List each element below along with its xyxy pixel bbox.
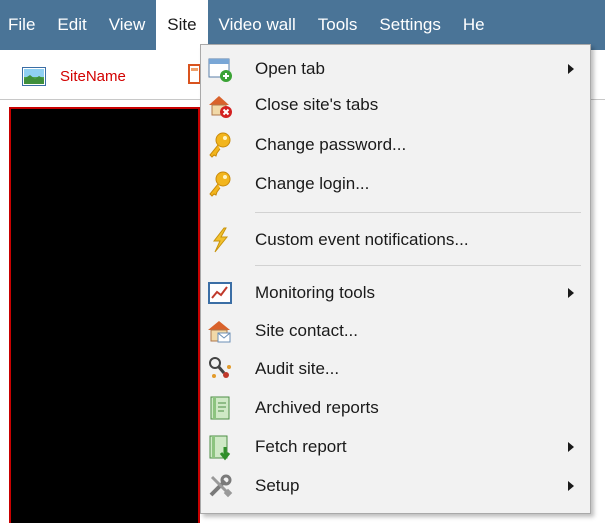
menu-item-label: Close site's tabs	[255, 95, 379, 114]
menu-item-archived-reports[interactable]: Archived reports	[201, 390, 590, 426]
lightning-icon	[212, 227, 229, 253]
menu-item-label: Archived reports	[255, 398, 379, 417]
audit-icon	[209, 357, 231, 378]
menu-item-label: Fetch report	[255, 437, 347, 456]
menu-item-monitoring-tools[interactable]: Monitoring tools	[201, 275, 590, 311]
open-tab-icon	[208, 58, 232, 82]
submenu-arrow-icon	[568, 442, 574, 452]
menu-item-label: Setup	[255, 476, 300, 495]
key-icon	[209, 132, 231, 158]
menu-item-label: Monitoring tools	[255, 283, 376, 302]
menu-item-custom-event-notifications[interactable]: Custom event notifications...	[201, 222, 590, 258]
menu-item-close-sites-tabs[interactable]: Close site's tabs	[201, 87, 590, 123]
menu-tools[interactable]: Tools	[307, 0, 369, 50]
menu-file[interactable]: File	[0, 0, 46, 50]
menu-separator	[255, 265, 581, 266]
menu-item-audit-site[interactable]: Audit site...	[201, 351, 590, 387]
site-contact-icon	[208, 321, 231, 343]
close-tabs-icon	[209, 96, 232, 118]
video-pane[interactable]	[9, 107, 200, 523]
key-icon	[209, 171, 231, 197]
menu-view[interactable]: View	[98, 0, 157, 50]
menu-item-change-login[interactable]: Change login...	[201, 166, 590, 202]
menu-item-label: Audit site...	[255, 359, 340, 378]
menu-help[interactable]: He	[452, 0, 496, 50]
menu-bar: File Edit View Site Video wall Tools Set…	[0, 0, 605, 50]
submenu-arrow-icon	[568, 288, 574, 298]
menu-site[interactable]: Site	[156, 0, 208, 50]
menu-item-label: Change password...	[255, 135, 407, 154]
archived-reports-icon	[210, 396, 230, 420]
menu-item-change-password[interactable]: Change password...	[201, 127, 590, 163]
menu-item-label: Custom event notifications...	[255, 230, 469, 249]
menu-settings[interactable]: Settings	[368, 0, 451, 50]
menu-item-label: Site contact...	[255, 321, 358, 340]
site-tab-label: SiteName	[60, 67, 126, 85]
setup-tools-icon	[209, 474, 233, 498]
site-menu-dropdown: Open tab Close site's tabs Change passwo…	[200, 44, 591, 514]
menu-item-label: Change login...	[255, 174, 370, 193]
next-tab-icon	[188, 64, 200, 84]
menu-separator	[255, 212, 581, 213]
menu-item-label: Open tab	[255, 59, 325, 78]
menu-edit[interactable]: Edit	[46, 0, 97, 50]
menu-item-fetch-report[interactable]: Fetch report	[201, 429, 590, 465]
menu-item-open-tab[interactable]: Open tab	[201, 51, 590, 87]
menu-video-wall[interactable]: Video wall	[208, 0, 307, 50]
menu-item-site-contact[interactable]: Site contact...	[201, 313, 590, 349]
monitoring-icon	[208, 282, 232, 304]
menu-item-setup[interactable]: Setup	[201, 468, 590, 504]
site-tab-icon	[22, 66, 46, 86]
submenu-arrow-icon	[568, 64, 574, 74]
site-tab[interactable]: SiteName	[22, 62, 126, 90]
submenu-arrow-icon	[568, 481, 574, 491]
fetch-report-icon	[209, 435, 231, 461]
